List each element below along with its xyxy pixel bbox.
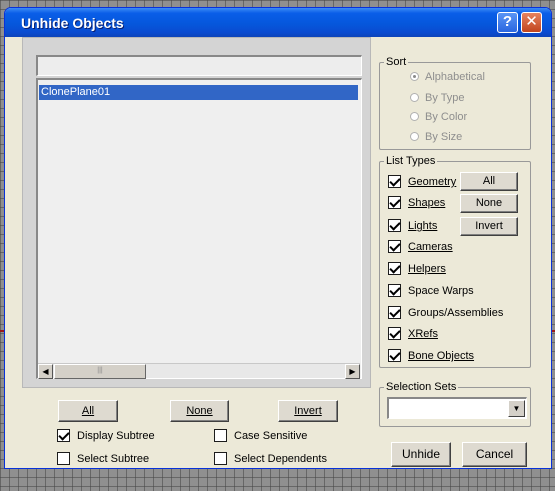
scroll-right-button[interactable]: ▶ xyxy=(345,364,360,379)
select-subtree-checkbox[interactable]: Select Subtree xyxy=(57,451,149,467)
select-all-button[interactable]: All xyxy=(58,400,118,422)
checkbox-box[interactable] xyxy=(388,284,401,297)
list-type-helpers-checkbox[interactable]: Helpers xyxy=(388,261,446,277)
unhide-button[interactable]: Unhide xyxy=(391,442,451,467)
sort-option-label: Alphabetical xyxy=(425,71,485,83)
list-types-invert-label: Invert xyxy=(475,220,503,232)
help-icon: ? xyxy=(502,13,513,30)
radio-dot[interactable] xyxy=(410,72,419,81)
list-type-label: Bone Objects xyxy=(408,350,475,362)
select-invert-button[interactable]: Invert xyxy=(278,400,338,422)
list-types-none-button[interactable]: None xyxy=(460,194,518,213)
list-types-invert-button[interactable]: Invert xyxy=(460,217,518,236)
list-types-all-label: All xyxy=(482,175,496,187)
arrow-right-icon: ▶ xyxy=(349,367,356,376)
selection-sets-group-label: Selection Sets xyxy=(384,380,459,394)
list-type-label: Shapes xyxy=(408,197,446,209)
checkbox-box[interactable] xyxy=(57,429,70,442)
object-list[interactable]: ClonePlane01 ◀ ||| ▶ xyxy=(36,78,362,379)
window-title: Unhide Objects xyxy=(21,15,124,31)
list-type-label: Cameras xyxy=(408,241,453,253)
close-icon: ✕ xyxy=(525,13,538,30)
list-type-label: Geometry xyxy=(408,176,457,188)
list-types-none-label: None xyxy=(475,197,503,209)
scroll-thumb[interactable]: ||| xyxy=(54,364,146,379)
list-type-label: Helpers xyxy=(408,263,446,275)
checkbox-box[interactable] xyxy=(57,452,70,465)
arrow-left-icon: ◀ xyxy=(42,367,49,376)
checkbox-box[interactable] xyxy=(388,219,401,232)
name-filter-input[interactable] xyxy=(36,55,362,76)
list-type-label: Space Warps xyxy=(408,285,474,297)
checkbox-box[interactable] xyxy=(388,240,401,253)
list-types-all-button[interactable]: All xyxy=(460,172,518,191)
sort-alphabetical-radio[interactable]: Alphabetical xyxy=(410,70,485,84)
chevron-down-icon: ▼ xyxy=(512,404,521,413)
list-type-bone-objects-checkbox[interactable]: Bone Objects xyxy=(388,348,474,364)
cancel-label: Cancel xyxy=(475,447,514,461)
selection-sets-dropdown[interactable]: ▼ xyxy=(387,397,527,419)
sort-by-type-radio[interactable]: By Type xyxy=(410,91,465,105)
close-button[interactable]: ✕ xyxy=(521,12,542,33)
horizontal-scrollbar[interactable]: ◀ ||| ▶ xyxy=(38,363,360,379)
help-button[interactable]: ? xyxy=(497,12,518,33)
sort-by-size-radio[interactable]: By Size xyxy=(410,130,462,144)
checkbox-box[interactable] xyxy=(388,306,401,319)
checkbox-box[interactable] xyxy=(388,175,401,188)
sort-group-label: Sort xyxy=(384,55,409,69)
scroll-left-button[interactable]: ◀ xyxy=(38,364,53,379)
list-type-shapes-checkbox[interactable]: Shapes xyxy=(388,195,445,211)
list-type-lights-checkbox[interactable]: Lights xyxy=(388,218,437,234)
title-bar[interactable]: Unhide Objects ? ✕ xyxy=(5,8,551,37)
select-none-label: None xyxy=(186,405,213,417)
select-dependents-checkbox[interactable]: Select Dependents xyxy=(214,451,327,467)
cancel-button[interactable]: Cancel xyxy=(462,442,527,467)
sort-option-label: By Type xyxy=(425,92,465,104)
select-subtree-label: Select Subtree xyxy=(77,453,150,465)
list-type-space-warps-checkbox[interactable]: Space Warps xyxy=(388,283,474,299)
case-sensitive-checkbox[interactable]: Case Sensitive xyxy=(214,428,307,444)
select-dependents-label: Select Dependents xyxy=(234,453,327,465)
list-item[interactable]: ClonePlane01 xyxy=(39,85,358,100)
list-type-groups-checkbox[interactable]: Groups/Assemblies xyxy=(388,305,503,321)
select-all-label: All xyxy=(81,405,95,417)
sort-option-label: By Color xyxy=(425,111,468,123)
checkbox-box[interactable] xyxy=(214,452,227,465)
checkbox-box[interactable] xyxy=(388,196,401,209)
list-type-xrefs-checkbox[interactable]: XRefs xyxy=(388,326,438,342)
select-invert-label: Invert xyxy=(294,405,322,417)
list-type-cameras-checkbox[interactable]: Cameras xyxy=(388,239,453,255)
list-types-group-label: List Types xyxy=(384,154,438,168)
display-subtree-label: Display Subtree xyxy=(77,430,155,442)
checkbox-box[interactable] xyxy=(214,429,227,442)
checkbox-box[interactable] xyxy=(388,327,401,340)
grip-icon: ||| xyxy=(97,367,103,374)
radio-dot[interactable] xyxy=(410,93,419,102)
display-subtree-checkbox[interactable]: Display Subtree xyxy=(57,428,155,444)
checkbox-box[interactable] xyxy=(388,262,401,275)
list-type-label: Lights xyxy=(408,220,438,232)
dropdown-button[interactable]: ▼ xyxy=(508,400,525,417)
list-type-label: XRefs xyxy=(408,328,438,340)
unhide-label: Unhide xyxy=(401,447,441,461)
case-sensitive-label: Case Sensitive xyxy=(234,430,308,442)
select-none-button[interactable]: None xyxy=(170,400,229,422)
radio-dot[interactable] xyxy=(410,112,419,121)
sort-by-color-radio[interactable]: By Color xyxy=(410,110,467,124)
checkbox-box[interactable] xyxy=(388,349,401,362)
list-type-geometry-checkbox[interactable]: Geometry xyxy=(388,174,456,190)
sort-option-label: By Size xyxy=(425,131,463,143)
radio-dot[interactable] xyxy=(410,132,419,141)
list-type-label: Groups/Assemblies xyxy=(408,307,504,319)
